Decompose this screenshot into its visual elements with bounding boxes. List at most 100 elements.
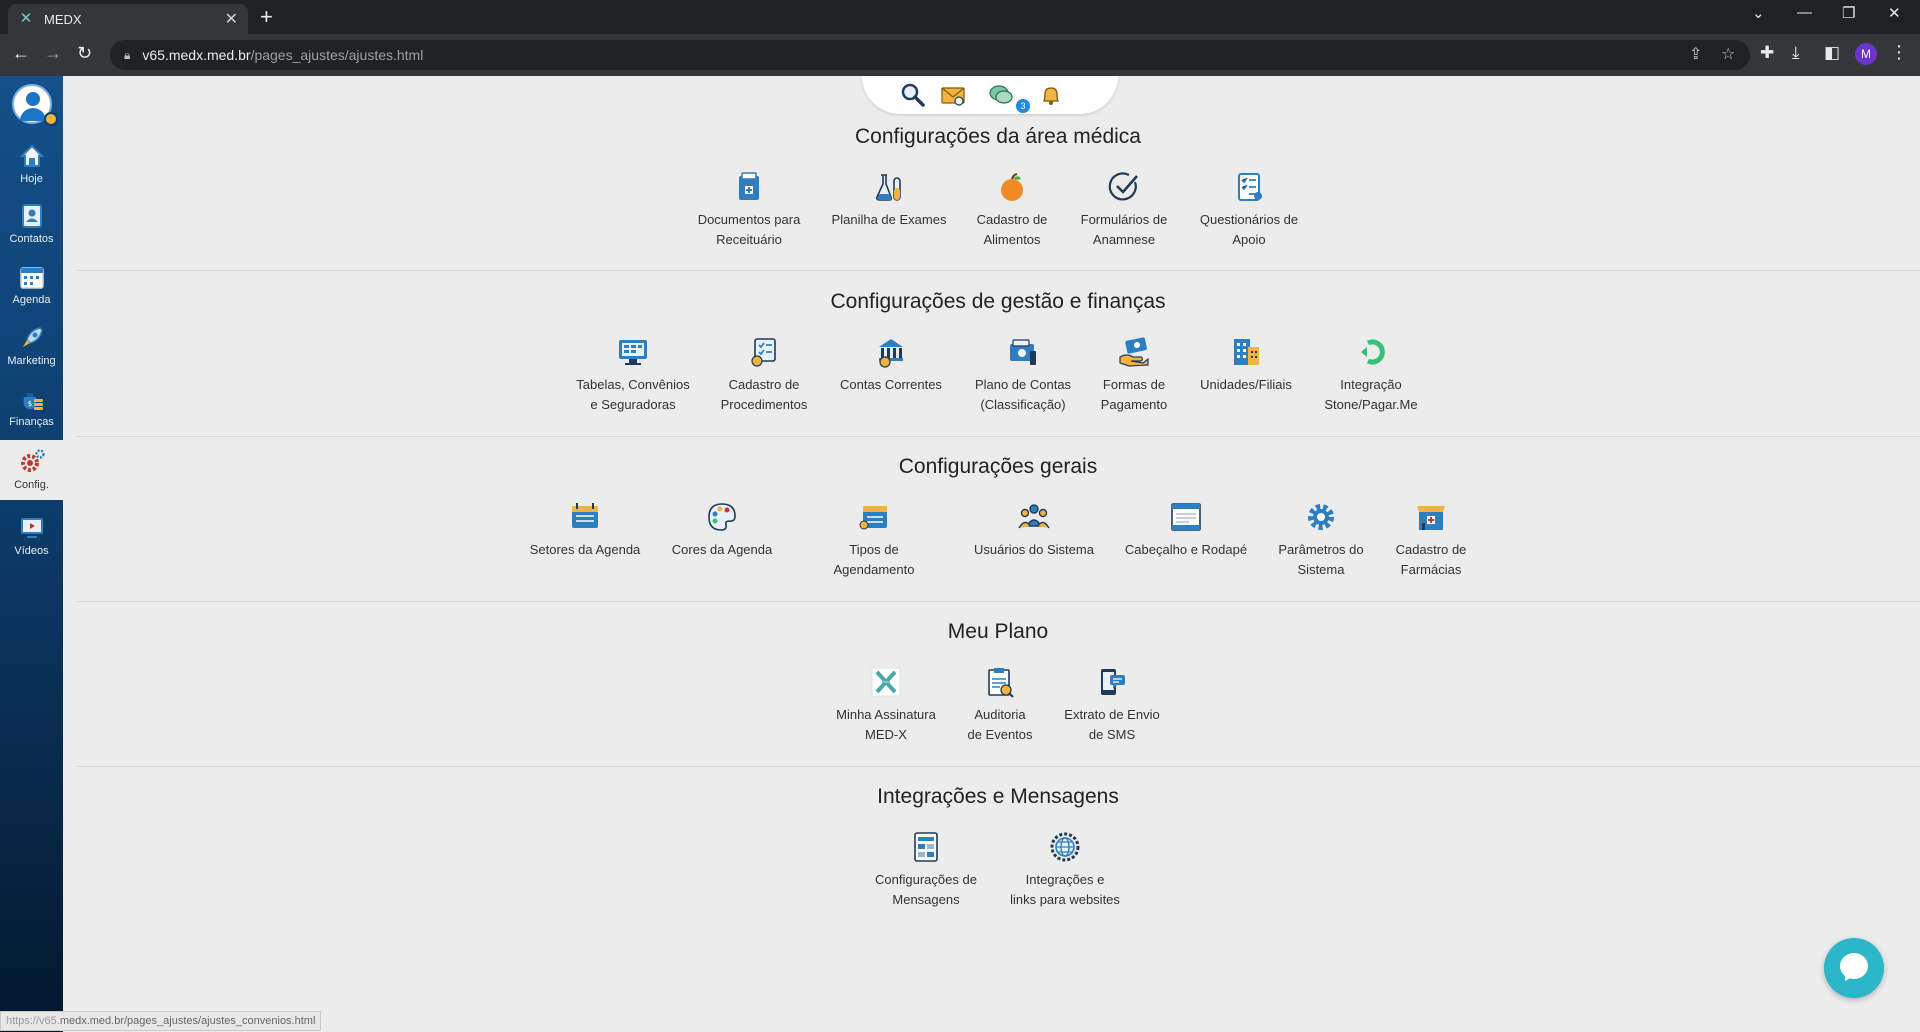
item-label: Integração Stone/Pagar.Me: [1324, 377, 1418, 412]
item-label: Formulários de Anamnese: [1080, 212, 1168, 247]
item-usuarios-sistema[interactable]: Usuários do Sistema: [969, 500, 1099, 560]
section-title-medical: Configurações da área médica: [854, 125, 1141, 148]
appointment-types-icon: [859, 506, 887, 530]
item-extrato-sms[interactable]: Extrato de Envio de SMS: [1047, 665, 1177, 745]
item-cabecalho-rodape[interactable]: Cabeçalho e Rodapé: [1121, 500, 1251, 560]
item-cores-agenda[interactable]: Cores da Agenda: [657, 500, 787, 560]
address-bar[interactable]: 🔒︎ v65.medx.med.br/pages_ajustes/ajustes…: [110, 40, 1750, 70]
item-configuracoes-mensagens[interactable]: Configurações de Mensagens: [861, 830, 991, 910]
close-window-icon[interactable]: ✕: [1888, 4, 1901, 22]
item-cadastro-procedimentos[interactable]: Cadastro de Procedimentos: [699, 335, 829, 415]
money-bag-icon: $: [23, 393, 43, 410]
gear-icon: [1308, 504, 1334, 530]
sidebar-item-agenda[interactable]: Agenda: [0, 257, 63, 311]
item-planilha-exames[interactable]: Planilha de Exames: [824, 170, 954, 230]
sidebar-item-label: Contatos: [9, 233, 54, 245]
side-panel-icon[interactable]: ◧: [1824, 43, 1840, 63]
item-unidades-filiais[interactable]: Unidades/Filiais: [1181, 335, 1311, 395]
share-icon[interactable]: ⇪: [1689, 44, 1702, 64]
procedures-icon: [751, 338, 776, 367]
item-label: Extrato de Envio de SMS: [1064, 707, 1160, 742]
new-tab-icon[interactable]: +: [260, 5, 273, 29]
apple-icon: [1001, 173, 1023, 201]
item-tipos-agendamento[interactable]: Tipos de Agendamento: [809, 500, 939, 580]
pharmacy-icon: [1417, 506, 1445, 530]
item-minha-assinatura[interactable]: Minha Assinatura MED-X: [821, 665, 951, 745]
medx-favicon-icon: ✕: [19, 10, 33, 27]
item-cadastro-alimentos[interactable]: Cadastro de Alimentos: [947, 170, 1077, 250]
checklist-icon: [1238, 173, 1262, 201]
chat-icon[interactable]: [988, 82, 1014, 108]
prescription-document-icon: [739, 172, 759, 200]
browser-menu-icon[interactable]: ⋮: [1890, 42, 1908, 63]
item-label: Planilha de Exames: [831, 212, 947, 227]
bookmark-star-icon[interactable]: ☆: [1721, 44, 1735, 64]
item-label: Cadastro de Procedimentos: [720, 377, 808, 412]
stone-logo-icon: [1361, 339, 1385, 365]
globe-gear-icon: [1050, 832, 1080, 862]
avatar-badge-icon: [44, 112, 58, 126]
item-formularios-anamnese[interactable]: Formulários de Anamnese: [1059, 170, 1189, 250]
item-label: Usuários do Sistema: [974, 542, 1094, 557]
back-icon[interactable]: ←: [12, 43, 30, 64]
extensions-icon[interactable]: ✚: [1760, 43, 1774, 63]
sidebar-item-contatos[interactable]: Contatos: [0, 196, 63, 250]
users-icon: [1018, 504, 1050, 529]
item-formas-pagamento[interactable]: Formas de Pagamento: [1069, 335, 1199, 415]
tab-close-icon[interactable]: ✕: [225, 9, 238, 29]
sidebar-item-label: Vídeos: [14, 545, 49, 557]
reload-icon[interactable]: ↻: [77, 43, 92, 64]
item-label: Parâmetros do Sistema: [1278, 542, 1364, 577]
item-label: Cadastro de Farmácias: [1395, 542, 1467, 577]
mail-icon[interactable]: [940, 82, 966, 108]
sidebar-item-label: Agenda: [12, 294, 51, 306]
search-icon[interactable]: [900, 82, 926, 108]
section-title-plan: Meu Plano: [947, 620, 1049, 643]
sidebar-item-marketing[interactable]: Marketing: [0, 318, 63, 372]
item-label: Plano de Contas (Classificação): [974, 377, 1072, 412]
browser-tab-bar: ✕ MEDX ✕ + ⌄ — ❐ ✕: [0, 0, 1920, 34]
download-icon[interactable]: ⤓: [1792, 43, 1800, 63]
item-label: Formas de Pagamento: [1100, 377, 1168, 412]
forward-icon[interactable]: →: [44, 43, 62, 64]
item-label: Tabelas, Convênios e Seguradoras: [576, 377, 690, 412]
item-integracoes-websites[interactable]: Integrações e links para websites: [1000, 830, 1130, 910]
profile-avatar[interactable]: M: [1855, 43, 1877, 65]
audit-icon: [988, 668, 1014, 698]
status-url-prefix: https://v65.: [6, 1015, 60, 1027]
tab-search-icon[interactable]: ⌄: [1752, 4, 1765, 22]
bank-account-icon: [879, 339, 903, 368]
sidebar-item-label: Marketing: [7, 355, 56, 367]
item-label: Auditoria de Eventos: [967, 707, 1033, 742]
bell-icon[interactable]: [1038, 82, 1064, 108]
sidebar-item-financas[interactable]: $ Finanças: [0, 379, 63, 433]
item-contas-correntes[interactable]: Contas Correntes: [826, 335, 956, 395]
item-cadastro-farmacias[interactable]: Cadastro de Farmácias: [1366, 500, 1496, 580]
sidebar-item-label: Finanças: [9, 416, 54, 428]
item-integracao-stone[interactable]: Integração Stone/Pagar.Me: [1306, 335, 1436, 415]
sidebar-item-config[interactable]: Config.: [0, 440, 63, 500]
item-documentos-receituario[interactable]: Documentos para Receituário: [684, 170, 814, 250]
minimize-icon[interactable]: —: [1797, 4, 1812, 21]
chat-widget-button[interactable]: [1824, 938, 1884, 998]
tab-title: MEDX: [44, 11, 82, 27]
palette-icon: [708, 503, 736, 531]
item-label: Tipos de Agendamento: [833, 542, 915, 577]
item-tabelas-convenios[interactable]: Tabelas, Convênios e Seguradoras: [568, 335, 698, 415]
item-auditoria-eventos[interactable]: Auditoria de Eventos: [935, 665, 1065, 745]
wallet-icon: [1010, 339, 1036, 365]
restore-icon[interactable]: ❐: [1842, 4, 1855, 22]
home-icon: [19, 144, 44, 167]
sidebar-item-hoje[interactable]: Hoje: [0, 136, 63, 190]
quick-actions-widget: [862, 76, 1118, 114]
browser-tab[interactable]: ✕ MEDX ✕: [8, 4, 248, 34]
item-questionarios-apoio[interactable]: Questionários de Apoio: [1184, 170, 1314, 250]
url-host: v65.medx.med.br: [142, 47, 251, 63]
contacts-icon: [21, 204, 42, 228]
sidebar-item-videos[interactable]: Vídeos: [0, 508, 63, 562]
section-title-general: Configurações gerais: [898, 455, 1098, 478]
browser-toolbar: ← → ↻ 🔒︎ v65.medx.med.br/pages_ajustes/a…: [0, 34, 1920, 76]
item-setores-agenda[interactable]: Setores da Agenda: [520, 500, 650, 560]
lock-icon: 🔒︎: [124, 47, 131, 62]
medx-logo-icon: [871, 667, 901, 697]
